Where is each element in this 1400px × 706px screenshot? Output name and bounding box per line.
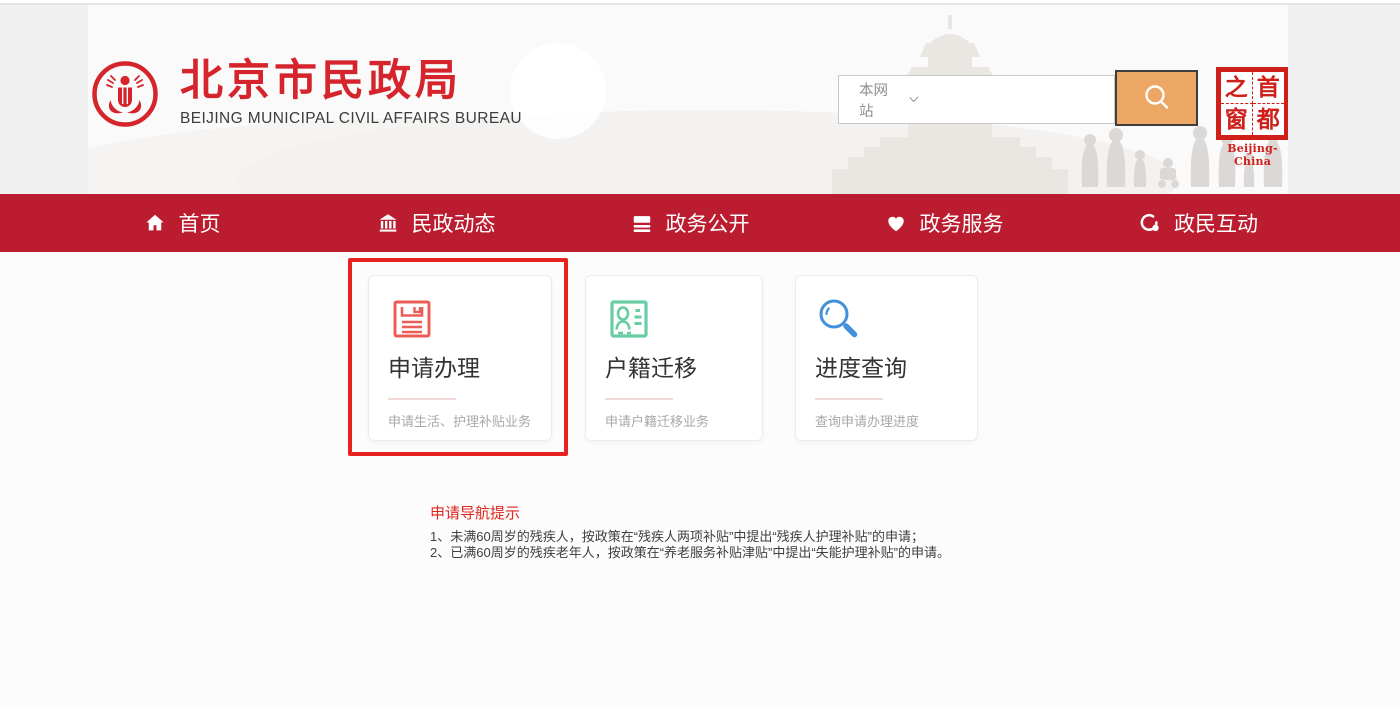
card-title: 户籍迁移 xyxy=(605,355,762,383)
card-subtitle: 申请户籍迁移业务 xyxy=(605,411,762,430)
bank-icon xyxy=(377,212,399,234)
badge-char: 都 xyxy=(1253,104,1285,136)
main-navbar: 首页 民政动态 xyxy=(0,194,1400,252)
nav-inner: 首页 民政动态 xyxy=(55,194,1325,252)
header-content: 北京市民政局 BEIJING MUNICIPAL CIVIL AFFAIRS B… xyxy=(88,5,1288,194)
badge-char: 之 xyxy=(1221,72,1253,104)
search-box[interactable]: 本网站 xyxy=(838,75,1115,124)
search-input[interactable] xyxy=(917,76,1114,123)
id-card-icon xyxy=(605,295,653,343)
capital-window-seal: 之 首 窗 都 xyxy=(1216,67,1288,140)
site-title-cn: 北京市民政局 xyxy=(180,60,522,103)
site-logo: 北京市民政局 BEIJING MUNICIPAL CIVIL AFFAIRS B… xyxy=(90,59,522,129)
nav-item-label: 首页 xyxy=(179,208,221,238)
document-stack-icon xyxy=(631,212,653,234)
hints-title: 申请导航提示 xyxy=(430,502,950,523)
badge-char: 首 xyxy=(1253,72,1285,104)
badge-char: 窗 xyxy=(1221,104,1253,136)
main-content: 申请办理 申请生活、护理补贴业务 户籍迁移 申请户籍迁移业务 进度查询 xyxy=(0,252,1400,704)
site-title-en: BEIJING MUNICIPAL CIVIL AFFAIRS BUREAU xyxy=(180,110,522,128)
search-icon xyxy=(1140,81,1174,115)
nav-item-civil-affairs-news[interactable]: 民政动态 xyxy=(309,194,563,252)
nav-item-gov-services[interactable]: 政务服务 xyxy=(817,194,1071,252)
nav-item-label: 政务服务 xyxy=(920,208,1004,238)
chat-icon xyxy=(1138,212,1161,235)
card-subtitle: 查询申请办理进度 xyxy=(815,411,977,430)
heart-icon xyxy=(885,212,907,234)
logo-text: 北京市民政局 BEIJING MUNICIPAL CIVIL AFFAIRS B… xyxy=(180,60,522,128)
hint-line: 1、未满60周岁的残疾人，按政策在“残疾人两项补贴”中提出“残疾人护理补贴”的申… xyxy=(430,529,950,545)
card-divider xyxy=(605,398,673,400)
nav-item-public-interaction[interactable]: 政民互动 xyxy=(1071,194,1325,252)
search-scope-select[interactable]: 本网站 xyxy=(859,79,917,121)
home-icon xyxy=(144,212,166,234)
card-title: 进度查询 xyxy=(815,355,977,383)
application-form-icon xyxy=(388,295,436,343)
search-button[interactable] xyxy=(1115,70,1198,126)
card-title: 申请办理 xyxy=(388,355,551,383)
nav-item-label: 政民互动 xyxy=(1174,208,1258,238)
card-apply[interactable]: 申请办理 申请生活、护理补贴业务 xyxy=(368,275,552,441)
badge-caption: Beijing-China xyxy=(1216,142,1288,168)
capital-window-badge[interactable]: 之 首 窗 都 Beijing-China xyxy=(1216,67,1288,168)
card-subtitle: 申请生活、护理补贴业务 xyxy=(388,411,551,430)
site-header: 北京市民政局 BEIJING MUNICIPAL CIVIL AFFAIRS B… xyxy=(0,5,1400,194)
card-household-transfer[interactable]: 户籍迁移 申请户籍迁移业务 xyxy=(585,275,763,441)
card-divider xyxy=(815,398,883,400)
nav-item-label: 民政动态 xyxy=(412,208,496,238)
nav-item-home[interactable]: 首页 xyxy=(55,194,309,252)
card-divider xyxy=(388,398,456,400)
nav-item-label: 政务公开 xyxy=(666,208,750,238)
nav-item-gov-disclosure[interactable]: 政务公开 xyxy=(563,194,817,252)
magnifier-icon xyxy=(815,295,863,343)
civil-affairs-emblem-icon xyxy=(90,59,160,129)
card-progress-inquiry[interactable]: 进度查询 查询申请办理进度 xyxy=(795,275,978,441)
hint-line: 2、已满60周岁的残疾老年人，按政策在“养老服务补贴津贴”中提出“失能护理补贴”… xyxy=(430,545,950,561)
search-scope-label: 本网站 xyxy=(859,79,895,121)
application-hints: 申请导航提示 1、未满60周岁的残疾人，按政策在“残疾人两项补贴”中提出“残疾人… xyxy=(430,502,950,560)
